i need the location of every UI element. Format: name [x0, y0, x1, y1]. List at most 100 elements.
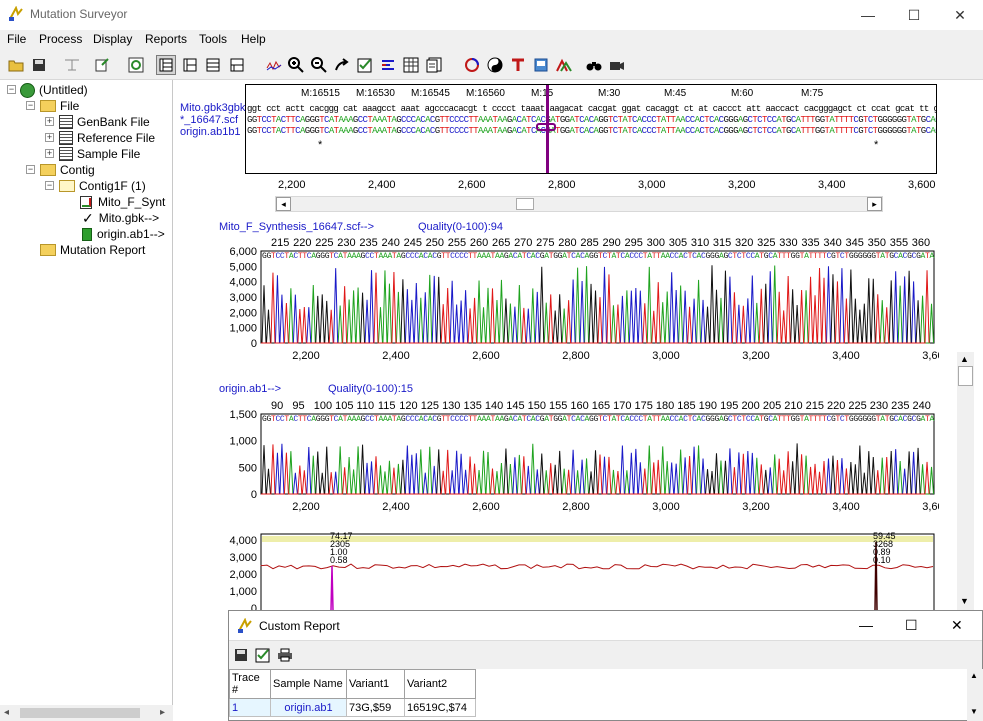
- grid-report-icon[interactable]: [401, 55, 421, 75]
- main-vertical-scrollbar[interactable]: ▲ ▼: [957, 352, 974, 610]
- menu-display[interactable]: Display: [93, 32, 132, 46]
- menu-reports[interactable]: Reports: [145, 32, 187, 46]
- col-sample-name[interactable]: Sample Name: [270, 669, 347, 699]
- scroll-down-icon[interactable]: ▼: [960, 596, 969, 606]
- menu-file[interactable]: File: [7, 32, 26, 46]
- tree-origin-ab1[interactable]: origin.ab1-->: [82, 226, 165, 242]
- expand-sample-icon[interactable]: +: [45, 149, 54, 158]
- scroll-up-icon[interactable]: ▲: [960, 354, 969, 364]
- base-call: A: [930, 252, 935, 261]
- trace1-label[interactable]: Mito_F_Synthesis_16647.scf-->: [219, 221, 374, 233]
- base-position-label: 355: [890, 237, 908, 249]
- report-print-icon[interactable]: [275, 645, 295, 665]
- scroll-left-arrow-icon[interactable]: ◂: [4, 707, 9, 718]
- tree-mutation-report[interactable]: Mutation Report: [40, 242, 145, 258]
- tree-root[interactable]: (Untitled): [20, 82, 88, 98]
- layout-4-icon[interactable]: [227, 55, 247, 75]
- expand-reference-icon[interactable]: +: [45, 133, 54, 142]
- menu-help[interactable]: Help: [241, 32, 266, 46]
- tree-contig[interactable]: Contig: [40, 162, 95, 178]
- goto-arrow-icon[interactable]: [332, 55, 352, 75]
- report-close-button[interactable]: ✕: [951, 617, 963, 634]
- collapse-root-icon[interactable]: −: [7, 85, 16, 94]
- zoom-in-icon[interactable]: [286, 55, 306, 75]
- collapse-contig1f-icon[interactable]: −: [45, 181, 54, 190]
- y-tick-label: 2,000: [229, 307, 257, 319]
- mutation-plot[interactable]: 4,0003,0002,0001,000074.1723051.000.5859…: [219, 528, 939, 610]
- report-vscroll[interactable]: ▲ ▼: [967, 669, 983, 721]
- col-variant1[interactable]: Variant1: [346, 669, 405, 699]
- multi-report-icon[interactable]: [424, 55, 444, 75]
- open-folder-icon[interactable]: [6, 55, 26, 75]
- yin-yang-icon[interactable]: [485, 55, 505, 75]
- scroll-right-icon[interactable]: ▸: [867, 197, 882, 211]
- layout-1-icon[interactable]: [156, 55, 176, 75]
- tree-sample-file[interactable]: Sample File: [59, 146, 140, 162]
- maximize-button[interactable]: ☐: [891, 0, 937, 30]
- trace2-chromatogram[interactable]: 1,500 1,000 500 0 2,200 2,400 2,600 2,800 3,000 3…: [219, 398, 939, 518]
- tree-genbank-file[interactable]: GenBank File: [59, 114, 150, 130]
- cell-trace[interactable]: 1: [229, 698, 271, 717]
- base-position-label: 155: [549, 400, 567, 412]
- peak-icon[interactable]: [554, 55, 574, 75]
- scroll-left-icon[interactable]: ◂: [276, 197, 291, 211]
- checkbox-icon[interactable]: [355, 55, 375, 75]
- trace2-label[interactable]: origin.ab1-->: [219, 383, 281, 395]
- scroll-down-icon[interactable]: ▼: [970, 707, 978, 716]
- tree-mito-gbk[interactable]: ✓ Mito.gbk-->: [82, 210, 159, 226]
- alignment-scroll-thumb[interactable]: [516, 198, 534, 210]
- base-position-label: 100: [314, 400, 332, 412]
- base-position-label: 285: [580, 237, 598, 249]
- zoom-out-icon[interactable]: [309, 55, 329, 75]
- save-icon[interactable]: [29, 55, 49, 75]
- export-icon[interactable]: [92, 55, 112, 75]
- layout-2-icon[interactable]: [180, 55, 200, 75]
- tree-mito-f-synt[interactable]: Mito_F_Synt: [80, 194, 165, 210]
- menu-tools[interactable]: Tools: [199, 32, 227, 46]
- tree-file[interactable]: File: [40, 98, 79, 114]
- alignment-scrollbar[interactable]: ◂ ▸: [275, 196, 883, 212]
- report-save-icon[interactable]: [231, 645, 251, 665]
- tree-mutation-report-label: Mutation Report: [60, 243, 146, 257]
- scroll-right-arrow-icon[interactable]: ▸: [160, 707, 165, 718]
- menu-process[interactable]: Process: [39, 32, 82, 46]
- base-call: A: [930, 415, 935, 424]
- tree-reference-file[interactable]: Reference File: [59, 130, 155, 146]
- binoculars-icon[interactable]: [584, 55, 604, 75]
- x-tick-label: 3,200: [742, 350, 770, 362]
- alignment-panel[interactable]: M:16515 M:16530 M:16545 M:16560 M:15 M:30 M:45…: [245, 84, 937, 174]
- cycle-icon[interactable]: [462, 55, 482, 75]
- cell-variant2[interactable]: 16519C,$74: [404, 698, 476, 717]
- col-variant2[interactable]: Variant2: [404, 669, 476, 699]
- vscroll-thumb[interactable]: [958, 366, 973, 386]
- tree-horizontal-scrollbar[interactable]: ◂ ▸: [0, 705, 173, 721]
- minimize-button[interactable]: —: [845, 0, 891, 30]
- tree-contig1f[interactable]: Contig1F (1): [59, 178, 146, 194]
- cursor-handle-icon[interactable]: [536, 123, 556, 131]
- table-row[interactable]: 1 origin.ab1 73G,$59 16519C,$74: [229, 698, 476, 717]
- layout-3-icon[interactable]: [203, 55, 223, 75]
- camera-icon[interactable]: [607, 55, 627, 75]
- collapse-file-icon[interactable]: −: [26, 101, 35, 110]
- align-icon[interactable]: [62, 55, 82, 75]
- scroll-up-icon[interactable]: ▲: [970, 671, 978, 680]
- text-t-icon[interactable]: [508, 55, 528, 75]
- lines-icon[interactable]: [378, 55, 398, 75]
- x-tick-label: 2,400: [382, 501, 410, 513]
- close-button[interactable]: ✕: [937, 0, 983, 30]
- scroll-thumb[interactable]: [20, 708, 140, 718]
- trace1-chromatogram[interactable]: 6,000 5,000 4,000 3,000 2,000 1,000 0 2,200 2,40…: [219, 235, 939, 365]
- base-position-label: 325: [757, 237, 775, 249]
- trace-view-icon[interactable]: [264, 55, 284, 75]
- cell-variant1[interactable]: 73G,$59: [346, 698, 405, 717]
- tree-root-label: (Untitled): [39, 83, 88, 97]
- report-maximize-button[interactable]: ☐: [905, 617, 918, 634]
- expand-genbank-icon[interactable]: +: [45, 117, 54, 126]
- report-minimize-button[interactable]: —: [859, 617, 873, 633]
- refresh-icon[interactable]: [126, 55, 146, 75]
- collapse-contig-icon[interactable]: −: [26, 165, 35, 174]
- col-trace[interactable]: Trace #: [229, 669, 271, 699]
- cell-sample-name[interactable]: origin.ab1: [270, 698, 347, 717]
- report-check-icon[interactable]: [253, 645, 273, 665]
- print-preview-icon[interactable]: [531, 55, 551, 75]
